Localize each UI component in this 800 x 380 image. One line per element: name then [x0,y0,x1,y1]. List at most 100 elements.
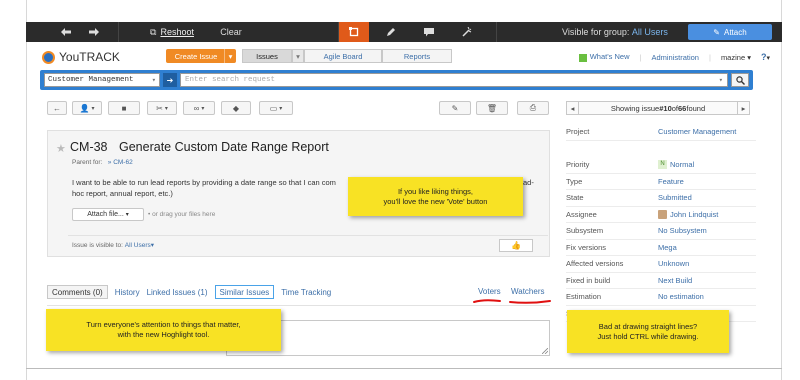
field-value-wrap[interactable]: John Lindquist [658,209,719,219]
user-menu[interactable]: mazine ▾ [721,53,751,62]
field-row: Priority N Normal [566,157,756,174]
attach-button[interactable]: ✎ Attach [688,24,772,40]
drag-hint-text: or drag your files here [152,211,216,218]
highlight-tool-icon[interactable] [339,22,369,42]
edit-button[interactable]: ✎ [439,101,471,115]
attach-file-button[interactable]: Attach file... ▾ [72,208,144,221]
go-button[interactable]: ➔ [163,73,177,87]
visible-to-link[interactable]: All Users▾ [125,242,154,249]
toolbar-separator [118,22,119,42]
tab-reports[interactable]: Reports [382,49,452,63]
arrow-right-icon: ➔ [166,75,174,85]
field-label: Type [566,176,583,186]
field-value-wrap[interactable]: N Normal [658,160,694,169]
parent-label: Parent for: [72,159,103,166]
assign-user-button[interactable]: 👤 ▾ [72,101,102,115]
issue-tabs: Comments (0) History Linked Issues (1) S… [47,285,331,299]
chevron-down-icon[interactable]: ▾ [719,76,723,85]
tab-issues[interactable]: Issues [242,49,292,63]
star-icon[interactable]: ★ [56,142,66,155]
back-button[interactable]: ← [47,101,67,115]
comment-tool-icon[interactable] [414,22,444,42]
chevron-down-icon[interactable]: ▾ [292,49,304,63]
whats-new-link[interactable]: What's New [578,52,630,62]
search-input[interactable]: Enter search request ▾ [180,73,728,87]
resize-handle-icon[interactable] [542,348,548,354]
chevron-down-icon[interactable]: ▾ [224,49,236,63]
administration-link[interactable]: Administration [651,53,699,62]
tab-similar-issues[interactable]: Similar Issues [214,285,275,299]
whats-new-label: What's New [589,52,630,62]
chevron-down-icon: ▾ [164,105,168,112]
link-dropdown-button[interactable]: ∞ ▾ [183,101,215,115]
wand-tool-icon[interactable] [452,22,482,42]
trash-icon: 🗑 [486,103,498,113]
project-select-value: Customer Management [48,76,134,84]
field-value[interactable]: Submitted [658,193,692,202]
annotation-toolbar: ⧉ Reshoot Clear Visible for group: All U… [26,22,782,42]
chevron-down-icon: ▾ [279,105,283,112]
red-underline-annotation [473,299,551,304]
comment-icon: ■ [121,103,127,113]
tab-comments[interactable]: Comments (0) [47,285,108,299]
parent-info: Parent for: » CM-62 [72,159,133,166]
issue-summary[interactable]: Generate Custom Date Range Report [119,140,329,154]
pencil-tool-icon[interactable] [376,22,406,42]
clear-button[interactable]: Clear [216,22,246,42]
delete-button[interactable]: 🗑 [476,101,508,115]
print-icon: ⎙ [529,103,537,112]
avatar [658,209,667,219]
tab-agile-board[interactable]: Agile Board [304,49,382,63]
sticky-note-highlight[interactable]: Turn everyone's attention to things that… [46,309,281,351]
attach-dropdown-button[interactable]: ✂ ▾ [147,101,177,115]
field-value[interactable]: No estimation [658,292,704,301]
tab-history[interactable]: History [115,285,140,299]
field-value: John Lindquist [670,209,719,219]
issue-title: CM-38 Generate Custom Date Range Report [70,140,329,154]
window-icon: ▭ [269,103,278,113]
sticky-note-vote[interactable]: If you like liking things, you'll love th… [348,177,523,216]
comment-button[interactable]: ■ [108,101,140,115]
field-value[interactable]: Mega [658,243,677,252]
priority-badge: N [658,160,667,169]
print-button[interactable]: ⎙ [517,101,549,115]
tag-button[interactable]: ◆ [221,101,251,115]
tag-icon: ◆ [232,103,240,113]
vote-button[interactable]: 👍 [499,239,533,252]
window-dropdown-button[interactable]: ▭ ▾ [259,101,293,115]
field-value[interactable]: Customer Management [658,127,736,136]
tab-linked-issues[interactable]: Linked Issues (1) [147,285,208,299]
undo-icon[interactable] [56,22,76,42]
header-divider: | [639,52,642,62]
app-header: YouTRACK Create Issue ▾ Issues ▾ Agile B… [26,46,782,68]
watchers-link[interactable]: Watchers [511,287,545,296]
field-value[interactable]: No Subsystem [658,226,707,235]
tab-time-tracking[interactable]: Time Tracking [281,285,331,299]
chevron-down-icon: ▾ [766,55,770,62]
visibility-group[interactable]: Visible for group: All Users [562,22,702,42]
showing-prefix: Showing issue [610,103,660,113]
help-menu[interactable]: ?▾ [761,52,770,62]
project-select[interactable]: Customer Management ▾ [44,73,160,87]
reshoot-button[interactable]: ⧉ Reshoot [142,22,202,42]
field-row: Assignee John Lindquist [566,207,756,223]
search-icon [735,75,745,85]
parent-issue-link[interactable]: » CM-62 [108,159,133,166]
search-button[interactable] [731,73,749,87]
reshoot-label: Reshoot [160,27,194,37]
previous-issue-icon[interactable]: ◂ [567,102,579,114]
youtrack-logo[interactable]: YouTRACK [42,50,120,64]
visible-to-label: Issue is visible to: [72,242,123,249]
next-issue-icon[interactable]: ▸ [737,102,749,114]
field-label: Fix versions [566,242,607,252]
field-row: Project Customer Management [566,124,756,141]
create-issue-label: Create Issue [174,51,218,61]
field-value[interactable]: Feature [658,177,684,186]
sticky-note-lines[interactable]: Bad at drawing straight lines? Just hold … [567,310,729,353]
field-value[interactable]: Next Build [658,276,692,285]
field-value[interactable]: Unknown [658,259,689,268]
visible-group-value: All Users [631,27,668,37]
create-issue-button[interactable]: Create Issue ▾ [166,49,236,63]
redo-icon[interactable] [84,22,104,42]
voters-link[interactable]: Voters [478,287,501,296]
